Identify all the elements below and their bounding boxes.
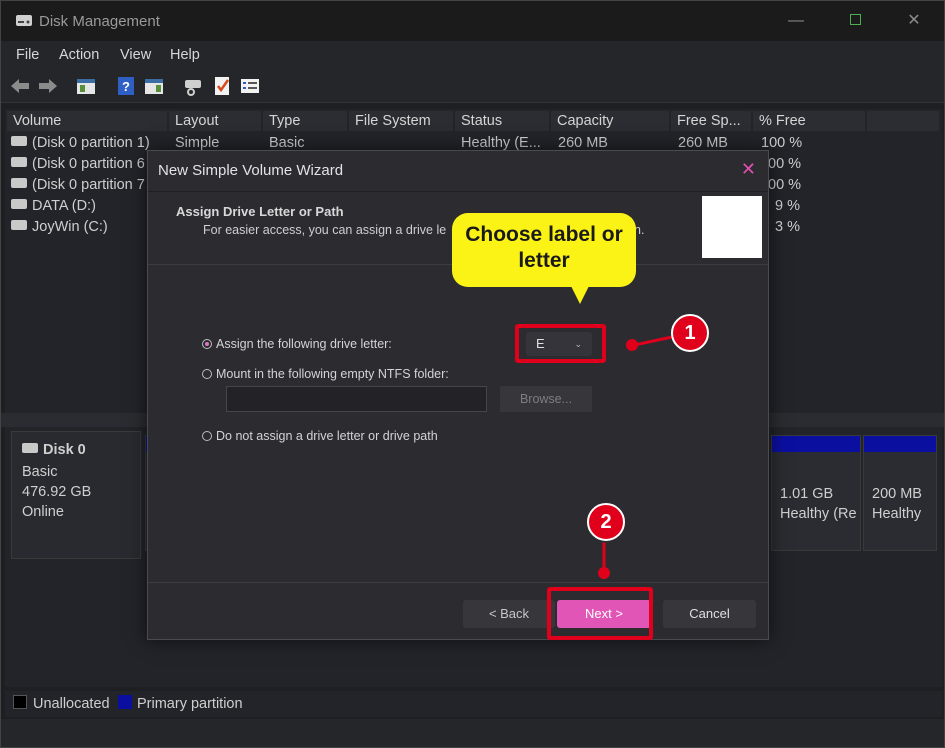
column-capacity[interactable]: Capacity xyxy=(551,111,669,131)
partition-status: Healthy xyxy=(872,506,922,522)
column-spacer xyxy=(867,111,939,131)
rescan-disks-icon[interactable] xyxy=(182,75,204,97)
volume-status: Healthy (E... xyxy=(461,135,541,151)
partition-block[interactable]: 1.01 GB Healthy (Re xyxy=(771,435,861,551)
callout-bubble: Choose label or letter xyxy=(452,213,636,287)
legend-primary-partition: Primary partition xyxy=(137,696,243,712)
step-1-badge: 1 xyxy=(671,314,709,352)
drive-icon xyxy=(11,220,27,231)
list-view-icon[interactable] xyxy=(239,75,261,97)
disk-name: Disk 0 xyxy=(43,442,86,458)
no-letter-radio[interactable] xyxy=(202,431,212,441)
volume-layout: Simple xyxy=(175,135,220,151)
drive-icon xyxy=(11,178,27,189)
volume-name: DATA (D:) xyxy=(32,198,96,214)
volume-percent-free: 9 % xyxy=(775,198,800,214)
close-icon[interactable]: ✕ xyxy=(741,159,756,180)
drive-icon xyxy=(11,199,27,210)
title-bar: Disk Management — ✕ xyxy=(1,1,944,41)
partition-size: 1.01 GB xyxy=(780,486,834,502)
drive-icon xyxy=(11,136,27,147)
volume-percent-free: 3 % xyxy=(775,219,800,235)
toolbar: ? xyxy=(1,69,944,103)
dialog-heading: Assign Drive Letter or Path xyxy=(176,204,344,219)
legend: Unallocated Primary partition xyxy=(5,691,942,717)
dialog-footer: < Back Next > Cancel xyxy=(148,582,768,639)
back-button[interactable]: < Back xyxy=(463,600,555,628)
highlight-drive-letter xyxy=(515,324,606,363)
volume-name: JoyWin (C:) xyxy=(32,219,108,235)
step-2-badge: 2 xyxy=(587,503,625,541)
console-tree-icon[interactable] xyxy=(75,75,97,97)
dialog-subheading: For easier access, you can assign a driv… xyxy=(203,223,447,237)
disk-kind: Basic xyxy=(22,464,58,480)
disk-management-icon xyxy=(16,15,32,26)
partition-status: Healthy (Re xyxy=(780,506,857,522)
minimize-icon[interactable]: — xyxy=(773,7,819,35)
volume-percent-free: 100 % xyxy=(761,135,803,151)
drive-icon xyxy=(11,157,27,168)
window-title: Disk Management xyxy=(39,13,160,30)
wizard-image xyxy=(702,196,762,258)
menu-view[interactable]: View xyxy=(120,47,151,63)
volume-name: (Disk 0 partition 7 xyxy=(32,177,145,193)
column-free-space[interactable]: Free Sp... xyxy=(671,111,751,131)
menu-action[interactable]: Action xyxy=(59,47,99,63)
column-type[interactable]: Type xyxy=(263,111,347,131)
volume-percent-free: 00 % xyxy=(768,177,802,193)
assign-letter-label[interactable]: Assign the following drive letter: xyxy=(216,337,392,351)
assign-letter-radio[interactable] xyxy=(202,339,212,349)
close-icon[interactable]: ✕ xyxy=(891,7,937,35)
volume-capacity: 260 MB xyxy=(558,135,608,151)
legend-unallocated: Unallocated xyxy=(33,696,110,712)
folder-path-input[interactable] xyxy=(226,386,487,412)
properties-icon[interactable] xyxy=(143,75,165,97)
disk-icon xyxy=(22,443,38,454)
dialog-title: New Simple Volume Wizard xyxy=(158,162,344,179)
volume-name: (Disk 0 partition 6 xyxy=(32,156,145,172)
browse-button[interactable]: Browse... xyxy=(500,386,592,412)
menu-file[interactable]: File xyxy=(16,47,39,63)
column-volume[interactable]: Volume xyxy=(7,111,167,131)
svg-text:?: ? xyxy=(122,79,130,94)
dialog-body: Assign the following drive letter: E ⌄ M… xyxy=(148,266,768,582)
back-arrow-icon[interactable] xyxy=(9,75,31,97)
mount-folder-radio[interactable] xyxy=(202,369,212,379)
unallocated-swatch xyxy=(13,695,27,709)
status-bar xyxy=(1,719,944,747)
partition-block[interactable]: 200 MB Healthy xyxy=(863,435,937,551)
mount-folder-label[interactable]: Mount in the following empty NTFS folder… xyxy=(216,367,449,381)
disk-0-info[interactable]: Disk 0 Basic 476.92 GB Online xyxy=(11,431,141,559)
menu-help[interactable]: Help xyxy=(170,47,200,63)
disk-size: 476.92 GB xyxy=(22,484,92,500)
step-2-pointer-dot xyxy=(598,567,610,579)
volume-free-space: 260 MB xyxy=(678,135,728,151)
menu-bar: File Action View Help xyxy=(1,41,944,69)
cancel-button[interactable]: Cancel xyxy=(663,600,756,628)
check-document-icon[interactable] xyxy=(211,75,233,97)
highlight-next-button xyxy=(547,587,653,640)
column-percent-free[interactable]: % Free xyxy=(753,111,865,131)
help-icon[interactable]: ? xyxy=(115,75,137,97)
volume-percent-free: 00 % xyxy=(768,156,802,172)
column-layout[interactable]: Layout xyxy=(169,111,261,131)
column-status[interactable]: Status xyxy=(455,111,549,131)
volume-type: Basic xyxy=(269,135,305,151)
volume-name: (Disk 0 partition 1) xyxy=(32,135,150,151)
partition-size: 200 MB xyxy=(872,486,922,502)
callout-tail xyxy=(570,284,590,304)
disk-state: Online xyxy=(22,504,64,520)
column-file-system[interactable]: File System xyxy=(349,111,453,131)
no-letter-label[interactable]: Do not assign a drive letter or drive pa… xyxy=(216,429,438,443)
primary-partition-swatch xyxy=(118,695,132,709)
maximize-icon[interactable] xyxy=(832,7,878,35)
forward-arrow-icon[interactable] xyxy=(37,75,59,97)
